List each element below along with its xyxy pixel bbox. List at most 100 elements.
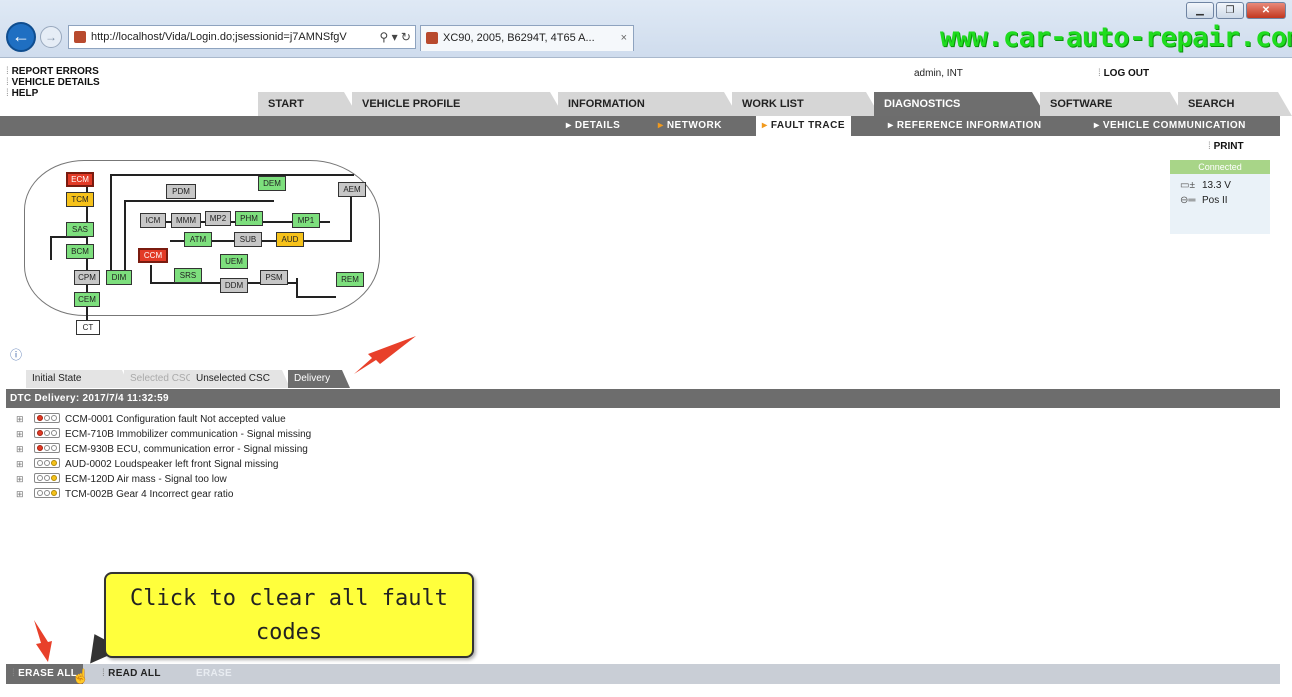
back-arrow-icon[interactable]: ←	[6, 22, 36, 52]
dtc-row[interactable]: ⊞ ECM-120D Air mass - Signal too low	[16, 472, 311, 487]
network-node[interactable]: ATM	[184, 232, 212, 247]
tab-diagnostics[interactable]: DIAGNOSTICS	[874, 92, 1046, 116]
logout-link[interactable]: LOG OUT	[1098, 68, 1150, 79]
tab-close-icon[interactable]: ×	[621, 26, 627, 50]
subtab-details[interactable]: DETAILS	[566, 116, 620, 136]
tab-work-list[interactable]: WORK LIST	[732, 92, 880, 116]
dtc-row[interactable]: ⊞ AUD-0002 Loudspeaker left front Signal …	[16, 457, 311, 472]
key-position-row: ⊖═ Pos II	[1180, 195, 1228, 206]
bus-line	[124, 200, 274, 202]
connection-status: Connected	[1170, 160, 1270, 174]
tab-unselected-csc[interactable]: Unselected CSC	[190, 370, 290, 388]
warning-lamp-icon	[34, 428, 60, 438]
warning-lamp-icon	[34, 413, 60, 423]
expand-icon[interactable]: ⊞	[16, 427, 34, 442]
voltage-row: ▭± 13.3 V	[1180, 180, 1231, 191]
info-icon[interactable]: ⓘ	[10, 346, 22, 363]
network-node[interactable]: SUB	[234, 232, 262, 247]
dtc-row[interactable]: ⊞ CCM-0001 Configuration fault Not accept…	[16, 412, 311, 427]
restore-button[interactable]: ❐	[1216, 2, 1244, 19]
print-link[interactable]: PRINT	[1208, 141, 1244, 152]
tab-vehicle-profile[interactable]: VEHICLE PROFILE	[352, 92, 564, 116]
expand-icon[interactable]: ⊞	[16, 472, 34, 487]
network-node[interactable]: TCM	[66, 192, 94, 207]
dtc-row[interactable]: ⊞ ECM-930B ECU, communication error - Sig…	[16, 442, 311, 457]
network-node[interactable]: ECM	[66, 172, 94, 187]
app-root: ← → http://localhost/Vida/Login.do;jsess…	[0, 0, 1292, 697]
network-node[interactable]: AEM	[338, 182, 366, 197]
network-node[interactable]: BCM	[66, 244, 94, 259]
annotation-arrow-icon	[354, 336, 416, 374]
callout-line: Click to clear all fault	[130, 586, 448, 611]
bus-line	[296, 296, 336, 298]
sub-navigation: DETAILS NETWORK FAULT TRACE REFERENCE IN…	[0, 116, 1280, 136]
dtc-text: AUD-0002 Loudspeaker left front Signal m…	[65, 459, 279, 470]
read-all-button[interactable]: READ ALL	[102, 664, 161, 684]
tab-selected-csc[interactable]: Selected CSC	[124, 370, 200, 388]
network-node[interactable]: CCM	[138, 248, 168, 263]
watermark: www.car-auto-repair.com	[940, 22, 1292, 53]
network-node[interactable]: DEM	[258, 176, 286, 191]
network-node[interactable]: PSM	[260, 270, 288, 285]
network-node[interactable]: MP2	[205, 211, 231, 226]
window-controls: ▁ ❐ ✕	[1186, 2, 1286, 19]
expand-icon[interactable]: ⊞	[16, 412, 34, 427]
network-node[interactable]: MP1	[292, 213, 320, 228]
expand-icon[interactable]: ⊞	[16, 487, 34, 502]
minimize-button[interactable]: ▁	[1186, 2, 1214, 19]
dtc-header: DTC Delivery: 2017/7/4 11:32:59	[6, 389, 1280, 408]
battery-icon: ▭±	[1180, 180, 1195, 191]
network-node[interactable]: UEM	[220, 254, 248, 269]
callout-line: codes	[255, 620, 323, 645]
tab-search[interactable]: SEARCH	[1178, 92, 1292, 116]
network-node[interactable]: DDM	[220, 278, 248, 293]
vehicle-details-link[interactable]: VEHICLE DETAILS	[6, 77, 100, 88]
network-node[interactable]: SAS	[66, 222, 94, 237]
address-bar-icons[interactable]: ⚲ ▾ ↻	[379, 26, 411, 48]
dtc-row[interactable]: ⊞ ECM-710B Immobilizer communication - Si…	[16, 427, 311, 442]
network-node[interactable]: CT	[76, 320, 100, 335]
bus-line	[110, 174, 354, 176]
forward-arrow-icon[interactable]: →	[40, 26, 62, 48]
subtab-fault-trace[interactable]: FAULT TRACE	[756, 116, 852, 136]
page-favicon-icon	[74, 31, 86, 43]
instruction-callout: Click to clear all fault codes	[104, 572, 474, 658]
network-node[interactable]: PDM	[166, 184, 196, 199]
dtc-text: TCM-002B Gear 4 Incorrect gear ratio	[65, 489, 234, 500]
close-button[interactable]: ✕	[1246, 2, 1286, 19]
erase-button[interactable]: ERASE	[196, 664, 232, 684]
dtc-text: ECM-710B Immobilizer communication - Sig…	[65, 429, 312, 440]
network-node[interactable]: AUD	[276, 232, 304, 247]
tab-favicon-icon	[426, 32, 438, 44]
warning-lamp-icon	[34, 458, 60, 468]
warning-lamp-icon	[34, 473, 60, 483]
network-node[interactable]: ICM	[140, 213, 166, 228]
tab-software[interactable]: SOFTWARE	[1040, 92, 1184, 116]
tab-information[interactable]: INFORMATION	[558, 92, 738, 116]
tab-delivery[interactable]: Delivery	[288, 370, 350, 388]
network-node[interactable]: SRS	[174, 268, 202, 283]
expand-icon[interactable]: ⊞	[16, 442, 34, 457]
main-navigation: START VEHICLE PROFILE INFORMATION WORK L…	[0, 92, 1292, 116]
warning-lamp-icon	[34, 443, 60, 453]
subtab-reference-information[interactable]: REFERENCE INFORMATION	[888, 116, 1042, 136]
expand-icon[interactable]: ⊞	[16, 457, 34, 472]
network-node[interactable]: CPM	[74, 270, 100, 285]
network-node[interactable]: PHM	[235, 211, 263, 226]
report-errors-link[interactable]: REPORT ERRORS	[6, 66, 100, 77]
network-node[interactable]: CEM	[74, 292, 100, 307]
dtc-row[interactable]: ⊞ TCM-002B Gear 4 Incorrect gear ratio	[16, 487, 311, 502]
key-icon: ⊖═	[1180, 195, 1196, 206]
subtab-network[interactable]: NETWORK	[658, 116, 722, 136]
subtab-vehicle-communication[interactable]: VEHICLE COMMUNICATION	[1094, 116, 1246, 136]
network-node[interactable]: REM	[336, 272, 364, 287]
address-bar[interactable]: http://localhost/Vida/Login.do;jsessioni…	[68, 25, 416, 49]
tab-start[interactable]: START	[258, 92, 358, 116]
warning-lamp-icon	[34, 488, 60, 498]
bus-line	[110, 174, 112, 278]
network-node[interactable]: MMM	[171, 213, 201, 228]
browser-tab[interactable]: XC90, 2005, B6294T, 4T65 A... ×	[420, 25, 634, 51]
network-node[interactable]: DIM	[106, 270, 132, 285]
tab-initial-state[interactable]: Initial State	[26, 370, 130, 388]
dtc-text: ECM-930B ECU, communication error - Sign…	[65, 444, 308, 455]
